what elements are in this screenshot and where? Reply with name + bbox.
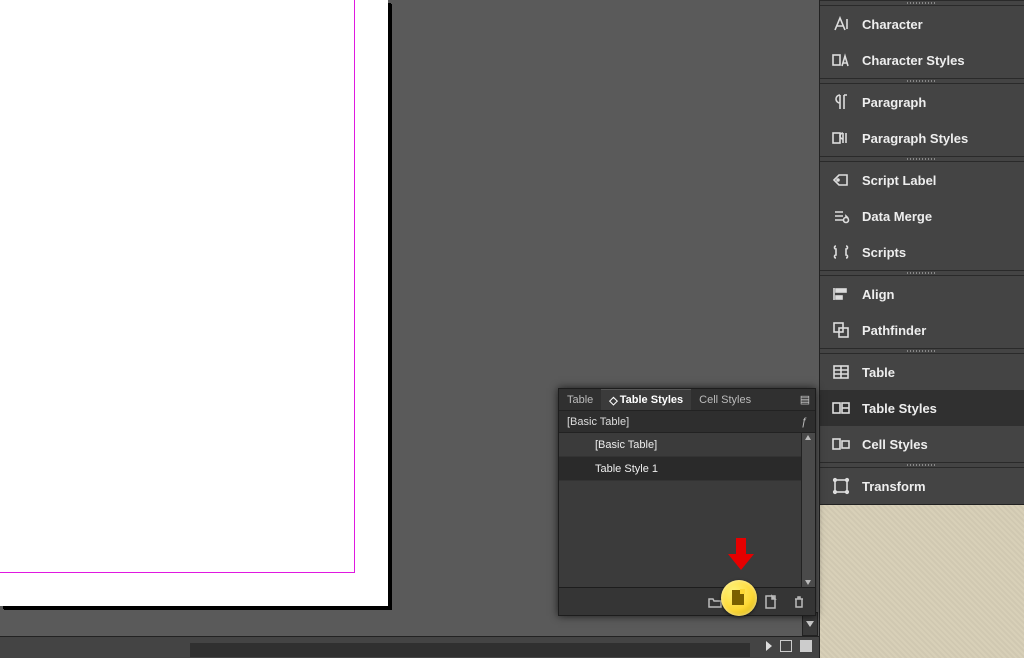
tab-label: Cell Styles: [699, 394, 751, 406]
panel-item-align[interactable]: Align: [820, 276, 1024, 312]
styles-list: [Basic Table] Table Style 1: [559, 433, 815, 587]
quick-apply-icon[interactable]: ƒ: [801, 416, 807, 428]
tab-table-styles[interactable]: ◇Table Styles: [601, 389, 691, 410]
scripts-icon: [830, 241, 852, 263]
panel-menu-icon[interactable]: ▤: [795, 393, 815, 406]
panel-item-transform[interactable]: Transform: [820, 468, 1024, 504]
panel-scrollbar[interactable]: [801, 433, 815, 587]
sort-icon: ◇: [609, 394, 617, 407]
create-new-style-button[interactable]: [759, 592, 783, 612]
document-canvas[interactable]: [0, 0, 400, 620]
panel-item-label: Paragraph: [862, 95, 926, 110]
panel-footer: [559, 587, 815, 615]
delete-style-button[interactable]: [787, 592, 811, 612]
panel-item-label: Character: [862, 17, 923, 32]
panel-item-label: Table Styles: [862, 401, 937, 416]
annotation-highlight: [721, 580, 757, 616]
tab-cell-styles[interactable]: Cell Styles: [691, 389, 759, 410]
paragraph-styles-icon: [830, 127, 852, 149]
page-margin-guide: [0, 0, 355, 573]
panel-item-label: Scripts: [862, 245, 906, 260]
data-merge-icon: [830, 205, 852, 227]
table-styles-panel: Table ◇Table Styles Cell Styles ▤ [Basic…: [558, 388, 816, 616]
panel-item-cell-styles[interactable]: Cell Styles: [820, 426, 1024, 462]
new-style-icon: [732, 590, 744, 605]
style-row-label: [Basic Table]: [595, 439, 657, 451]
panel-item-label: Table: [862, 365, 895, 380]
cell-styles-icon: [830, 433, 852, 455]
page[interactable]: [0, 0, 388, 606]
panel-item-label: Paragraph Styles: [862, 131, 968, 146]
tab-label: Table Styles: [620, 394, 683, 406]
table-styles-icon: [830, 397, 852, 419]
panel-item-label: Script Label: [862, 173, 936, 188]
panel-item-pathfinder[interactable]: Pathfinder: [820, 312, 1024, 348]
panel-item-table-styles[interactable]: Table Styles: [820, 390, 1024, 426]
style-row-label: Table Style 1: [595, 463, 658, 475]
paragraph-icon: [830, 91, 852, 113]
panel-item-paragraph[interactable]: Paragraph: [820, 84, 1024, 120]
view-mode-normal-icon[interactable]: [780, 640, 792, 652]
panel-item-script-label[interactable]: Script Label: [820, 162, 1024, 198]
panel-tabs: Table ◇Table Styles Cell Styles ▤: [559, 389, 815, 411]
pathfinder-icon: [830, 319, 852, 341]
style-row[interactable]: [Basic Table]: [559, 433, 815, 457]
panel-item-label: Data Merge: [862, 209, 932, 224]
panel-item-label: Transform: [862, 479, 926, 494]
panel-item-character[interactable]: Character: [820, 6, 1024, 42]
panel-item-table[interactable]: Table: [820, 354, 1024, 390]
style-row[interactable]: Table Style 1: [559, 457, 815, 481]
play-icon[interactable]: [766, 641, 772, 651]
current-style-row: [Basic Table] ƒ: [559, 411, 815, 433]
table-icon: [830, 361, 852, 383]
align-icon: [830, 283, 852, 305]
panel-item-scripts[interactable]: Scripts: [820, 234, 1024, 270]
transform-icon: [830, 475, 852, 497]
right-panel-strip: Character Character Styles Paragraph Par…: [819, 0, 1024, 658]
panel-item-character-styles[interactable]: Character Styles: [820, 42, 1024, 78]
panel-item-label: Pathfinder: [862, 323, 926, 338]
panel-item-data-merge[interactable]: Data Merge: [820, 198, 1024, 234]
panel-dock-texture: [820, 504, 1024, 658]
character-styles-icon: [830, 49, 852, 71]
panel-item-label: Cell Styles: [862, 437, 928, 452]
panel-item-label: Align: [862, 287, 895, 302]
tab-table[interactable]: Table: [559, 389, 601, 410]
tab-label: Table: [567, 394, 593, 406]
scrollbar-horizontal[interactable]: [190, 643, 750, 657]
panel-item-label: Character Styles: [862, 53, 965, 68]
panel-item-paragraph-styles[interactable]: Paragraph Styles: [820, 120, 1024, 156]
current-style-label: [Basic Table]: [567, 416, 629, 428]
character-icon: [830, 13, 852, 35]
view-mode-preview-icon[interactable]: [800, 640, 812, 652]
script-label-icon: [830, 169, 852, 191]
status-bar: [0, 636, 820, 658]
